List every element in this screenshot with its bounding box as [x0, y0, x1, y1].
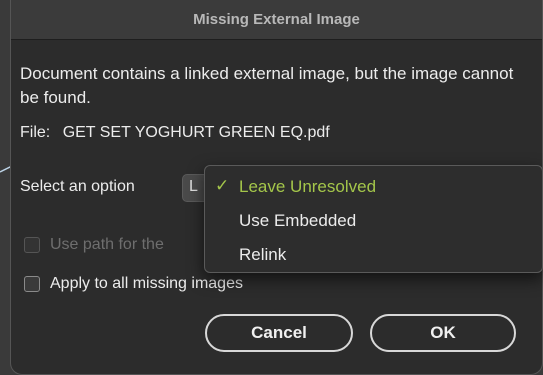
select-option-label: Select an option — [20, 178, 135, 195]
menu-item-label: Leave Unresolved — [239, 177, 377, 196]
file-label: File: — [20, 124, 51, 141]
ok-button[interactable]: OK — [370, 314, 516, 352]
menu-item-label: Relink — [239, 245, 287, 264]
use-path-label: Use path for the — [50, 236, 164, 253]
menu-item-leave-unresolved[interactable]: ✓ Leave Unresolved — [205, 170, 542, 204]
menu-item-relink[interactable]: Relink — [205, 238, 542, 272]
apply-all-label: Apply to all missing images — [50, 275, 243, 292]
apply-all-row[interactable]: Apply to all missing images — [24, 275, 243, 293]
menu-item-use-embedded[interactable]: Use Embedded — [205, 204, 542, 238]
apply-all-checkbox[interactable] — [24, 276, 40, 292]
use-path-checkbox — [24, 237, 40, 253]
use-path-row: Use path for the — [24, 236, 164, 254]
checkmark-icon: ✓ — [215, 176, 230, 195]
dialog-titlebar: Missing External Image — [11, 0, 542, 40]
dialog-title: Missing External Image — [193, 11, 360, 28]
file-line: File: GET SET YOGHURT GREEN EQ.pdf — [20, 124, 330, 142]
cancel-button[interactable]: Cancel — [205, 314, 353, 352]
file-name: GET SET YOGHURT GREEN EQ.pdf — [62, 124, 330, 141]
option-dropdown-menu: ✓ Leave Unresolved Use Embedded Relink — [204, 165, 543, 273]
screen: Missing External Image Document contains… — [0, 0, 543, 375]
menu-item-label: Use Embedded — [239, 211, 357, 230]
dialog-message: Document contains a linked external imag… — [20, 64, 514, 107]
